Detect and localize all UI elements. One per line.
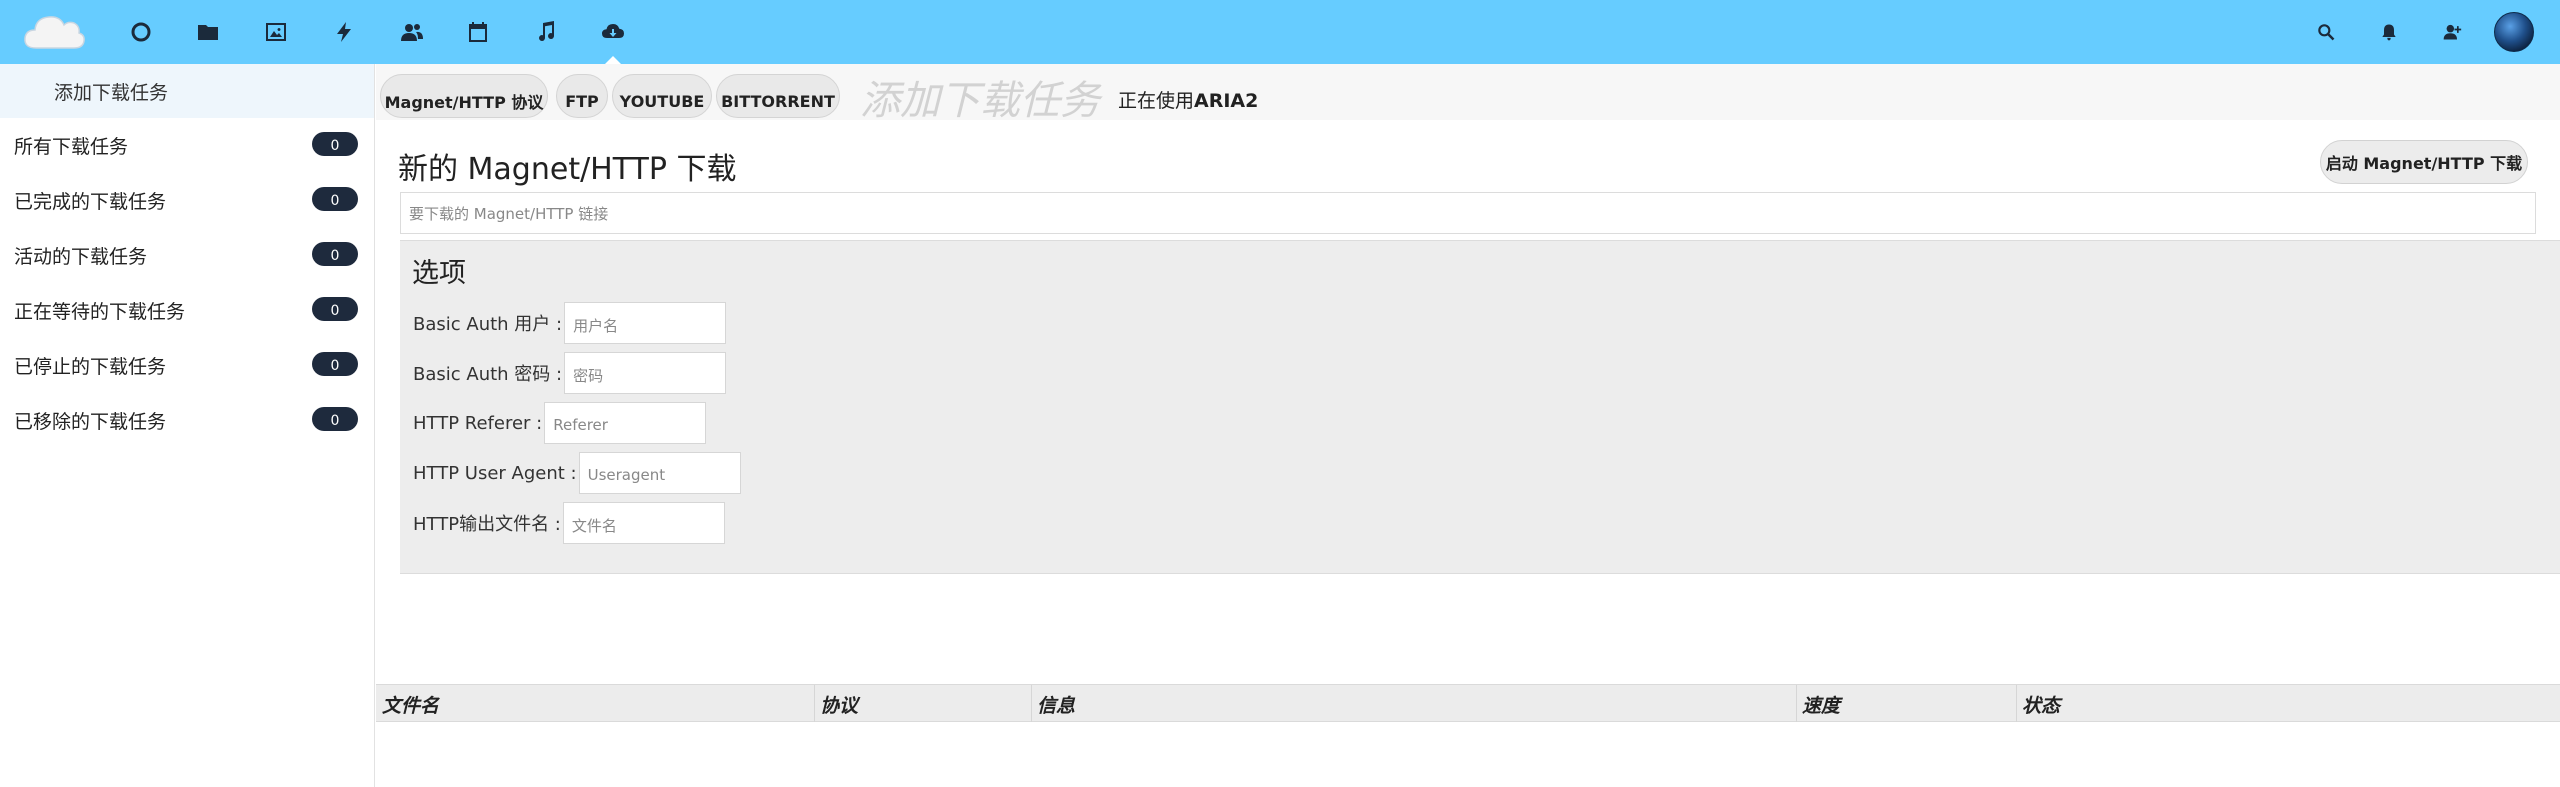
count-badge: 0 [312,187,358,211]
start-download-button[interactable]: 启动 Magnet/HTTP 下载 [2320,140,2528,184]
column-protocol[interactable]: 协议 [820,691,858,718]
column-divider [1796,685,1797,722]
sidebar-item-label: 已完成的下载任务 [14,191,167,213]
tab-bittorrent[interactable]: BITTORRENT [716,74,840,118]
count-badge: 0 [312,352,358,376]
count-badge: 0 [312,242,358,266]
column-status[interactable]: 状态 [2022,691,2060,718]
sidebar-item-label: 已移除的下载任务 [14,411,167,433]
calendar-icon[interactable] [462,16,494,48]
option-label: HTTP输出文件名 : [413,514,561,535]
column-divider [814,685,815,722]
downloads-table-header: 文件名 协议 信息 速度 状态 [376,684,2560,722]
url-input[interactable]: 要下载的 Magnet/HTTP 链接 [400,192,2536,234]
folder-icon[interactable] [192,16,224,48]
sidebar: 添加下载任务 所有下载任务 0 已完成的下载任务 0 活动的下载任务 0 正在等… [0,64,375,787]
search-icon[interactable] [2314,20,2338,44]
column-info[interactable]: 信息 [1037,691,1075,718]
column-divider [1031,685,1032,722]
lightning-icon[interactable] [328,16,360,48]
tab-magnet-http[interactable]: Magnet/HTTP 协议 [380,74,548,118]
protocol-tabs: Magnet/HTTP 协议 FTP YOUTUBE BITTORRENT 添加… [376,64,2560,124]
sidebar-item-completed[interactable]: 已完成的下载任务 0 [0,173,374,228]
option-basic-auth-password: Basic Auth 密码 : 密码 [413,351,727,395]
column-divider [2016,685,2017,722]
filename-field[interactable]: 文件名 [562,502,725,544]
tab-youtube[interactable]: YOUTUBE [612,74,712,118]
count-badge: 0 [312,407,358,431]
column-speed[interactable]: 速度 [1802,691,1840,718]
cloud-download-icon[interactable] [597,16,629,64]
user-add-icon[interactable] [2440,20,2464,44]
contacts-icon[interactable] [396,16,428,48]
option-label: Basic Auth 密码 : [413,364,563,385]
sidebar-item-stopped[interactable]: 已停止的下载任务 0 [0,338,374,393]
option-label: HTTP Referer : [413,412,543,434]
main-content: Magnet/HTTP 协议 FTP YOUTUBE BITTORRENT 添加… [376,64,2560,787]
engine-name: ARIA2 [1194,90,1259,112]
sidebar-item-all[interactable]: 所有下载任务 0 [0,118,374,173]
sidebar-item-label: 正在等待的下载任务 [14,301,186,323]
sidebar-item-label: 所有下载任务 [14,136,129,158]
sidebar-item-label: 已停止的下载任务 [14,356,167,378]
password-field[interactable]: 密码 [564,352,727,394]
option-http-output-filename: HTTP输出文件名 : 文件名 [413,501,725,545]
image-icon[interactable] [260,16,292,48]
options-panel: 选项 Basic Auth 用户 : 用户名 Basic Auth 密码 : 密… [400,240,2560,574]
top-bar [0,0,2560,64]
option-label: HTTP User Agent : [413,462,577,484]
option-label: Basic Auth 用户 : [413,314,563,335]
bell-icon[interactable] [2377,20,2401,44]
music-icon[interactable] [530,16,562,48]
form-title: 新的 Magnet/HTTP 下载 [398,152,737,187]
tab-ftp[interactable]: FTP [556,74,608,118]
useragent-field[interactable]: Useragent [578,452,741,494]
sidebar-item-removed[interactable]: 已移除的下载任务 0 [0,393,374,448]
sidebar-item-active[interactable]: 活动的下载任务 0 [0,228,374,283]
option-http-referer: HTTP Referer : Referer [413,401,707,445]
option-basic-auth-user: Basic Auth 用户 : 用户名 [413,301,727,345]
option-http-user-agent: HTTP User Agent : Useragent [413,451,741,495]
engine-prefix: 正在使用 [1118,90,1195,112]
sidebar-add-task[interactable]: 添加下载任务 [0,64,374,118]
username-field[interactable]: 用户名 [564,302,727,344]
options-title: 选项 [412,258,466,289]
sidebar-item-waiting[interactable]: 正在等待的下载任务 0 [0,283,374,338]
column-filename[interactable]: 文件名 [382,691,439,718]
sidebar-item-label: 活动的下载任务 [14,246,148,268]
circle-icon[interactable] [125,16,157,48]
cloud-logo-icon[interactable] [22,10,86,54]
count-badge: 0 [312,297,358,321]
page-title: 添加下载任务 [860,78,1100,124]
count-badge: 0 [312,132,358,156]
engine-indicator: 正在使用ARIA2 [1118,86,1258,113]
avatar[interactable] [2494,12,2534,52]
referer-field[interactable]: Referer [544,402,707,444]
